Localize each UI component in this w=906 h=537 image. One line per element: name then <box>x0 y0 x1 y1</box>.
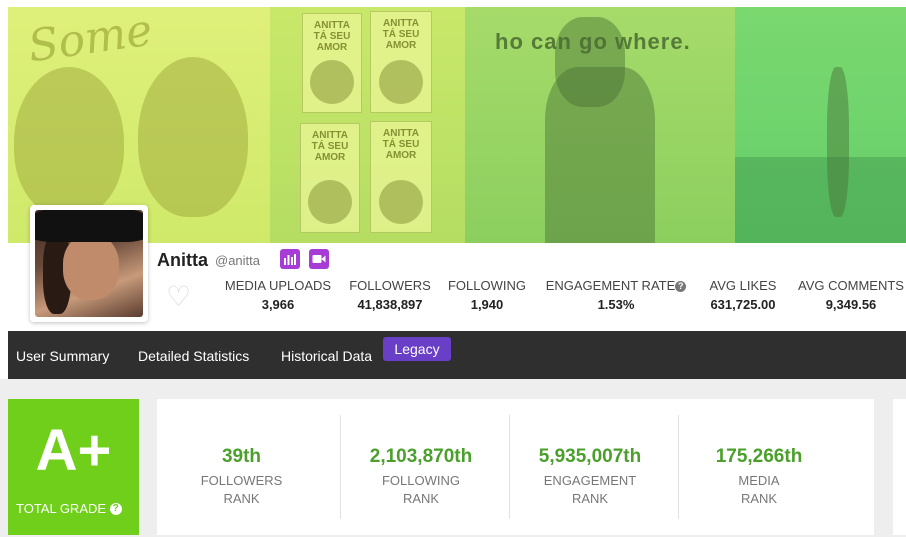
stat-media-uploads: MEDIA UPLOADS 3,966 <box>224 278 332 312</box>
banner-performer <box>827 67 849 217</box>
profile-handle: @anitta <box>215 253 260 268</box>
heart-icon[interactable]: ♡ <box>166 283 194 311</box>
tab-historical-data[interactable]: Historical Data <box>281 348 372 364</box>
help-icon[interactable]: ? <box>675 281 687 292</box>
next-card-edge <box>893 399 906 535</box>
stat-avg-comments: AVG COMMENTS 9,349.56 <box>798 278 904 312</box>
rank-engagement: 5,935,007th ENGAGEMENT RANK <box>538 446 642 506</box>
rank-following: 2,103,870th FOLLOWING RANK <box>369 446 473 506</box>
banner-script-text: Some <box>25 7 156 73</box>
tab-detailed-statistics[interactable]: Detailed Statistics <box>138 348 249 364</box>
video-icon[interactable] <box>309 249 329 269</box>
total-grade-card: A+ TOTAL GRADE ? <box>8 399 139 535</box>
profile-name: Anitta <box>157 250 208 270</box>
chart-icon[interactable] <box>280 249 300 269</box>
banner-photo-4 <box>735 7 906 243</box>
banner-poster: ANITTA TÁ SEU AMOR <box>370 11 432 113</box>
grade-value: A+ <box>35 418 112 483</box>
banner-poster: ANITTA TÁ SEU AMOR <box>302 13 362 113</box>
ranks-card: 39th FOLLOWERS RANK 2,103,870th FOLLOWING… <box>157 399 874 535</box>
avatar <box>35 210 143 317</box>
stat-avg-likes: AVG LIKES 631,725.00 <box>709 278 777 312</box>
rank-media: 175,266th MEDIA RANK <box>715 446 803 506</box>
banner-photo-3: ho can go where. <box>465 7 735 243</box>
stat-engagement-rate: ENGAGEMENT RATE? 1.53% <box>543 278 689 312</box>
tab-user-summary[interactable]: User Summary <box>16 348 109 364</box>
rank-followers: 39th FOLLOWERS RANK <box>200 446 283 506</box>
avatar-frame <box>30 205 148 322</box>
banner-photo-2: ANITTA TÁ SEU AMOR ANITTA TÁ SEU AMOR AN… <box>270 7 465 243</box>
stat-following: FOLLOWING 1,940 <box>447 278 526 312</box>
help-icon[interactable]: ? <box>109 503 122 515</box>
banner-stage <box>735 157 906 243</box>
banner-face <box>138 57 248 217</box>
banner-face <box>14 67 124 217</box>
banner-poster: ANITTA TÁ SEU AMOR <box>370 121 432 233</box>
banner-poster: ANITTA TÁ SEU AMOR <box>300 123 360 233</box>
nav-bar: User Summary Detailed Statistics Histori… <box>8 331 906 379</box>
banner-person <box>545 67 655 243</box>
stat-followers: FOLLOWERS 41,838,897 <box>349 278 431 312</box>
legacy-button[interactable]: Legacy <box>383 337 451 361</box>
grade-label: TOTAL GRADE ? <box>16 501 122 516</box>
